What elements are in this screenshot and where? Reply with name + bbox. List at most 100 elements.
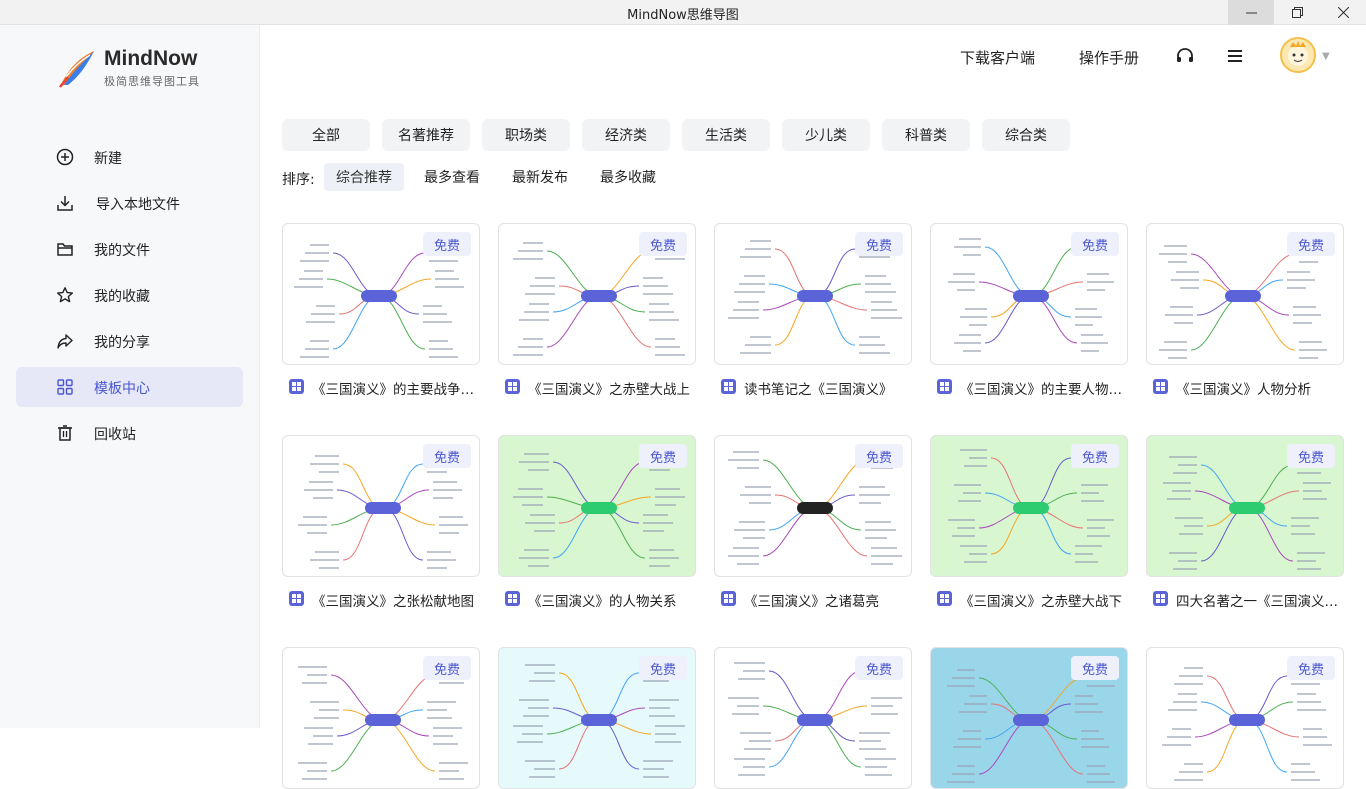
free-badge: 免费 — [1287, 232, 1335, 256]
download-client-link[interactable]: 下载客户端 — [960, 47, 1035, 68]
template-title-row[interactable]: 《三国演义》之张松献地图 — [282, 589, 480, 610]
template-thumbnail[interactable]: 免费 — [930, 435, 1128, 577]
template-thumbnail[interactable]: 免费 — [714, 223, 912, 365]
logo-subtitle: 极简思维导图工具 — [104, 75, 200, 88]
category-tab[interactable]: 少儿类 — [782, 119, 870, 151]
template-title-row[interactable]: 读书笔记之《三国演义》 — [714, 377, 912, 398]
category-tab[interactable]: 科普类 — [882, 119, 970, 151]
category-tab[interactable]: 经济类 — [582, 119, 670, 151]
free-badge: 免费 — [1071, 444, 1119, 468]
avatar[interactable] — [1280, 37, 1316, 73]
category-tab[interactable]: 全部 — [282, 119, 370, 151]
app-logo[interactable]: MindNow 极简思维导图工具 — [56, 47, 236, 91]
logo-name: MindNow — [104, 47, 198, 70]
template-thumbnail[interactable]: 免费 — [498, 647, 696, 789]
category-tab[interactable]: 职场类 — [482, 119, 570, 151]
sidebar-item-trash[interactable]: 回收站 — [16, 413, 243, 453]
sidebar-item-label: 我的文件 — [94, 243, 150, 259]
template-title-row[interactable]: 《三国演义》的主要战争… — [282, 377, 480, 398]
mindmap-file-icon — [1153, 379, 1168, 394]
template-title-row[interactable]: 《三国演义》人物分析 — [1146, 377, 1344, 398]
sidebar-item-my-files[interactable]: 我的文件 — [16, 229, 243, 269]
mindmap-file-icon — [1153, 591, 1168, 606]
restore-icon — [1291, 7, 1303, 18]
minimize-icon — [1245, 12, 1257, 14]
template-title-row[interactable]: 《三国演义》之赤壁大战下 — [930, 589, 1128, 610]
close-button[interactable] — [1320, 0, 1366, 25]
download-icon — [57, 196, 73, 211]
sort-option-most-viewed[interactable]: 最多查看 — [412, 163, 492, 191]
sort-label: 排序: — [282, 172, 315, 188]
template-title: 《三国演义》人物分析 — [1176, 382, 1311, 398]
sidebar-item-label: 导入本地文件 — [96, 197, 180, 213]
menu-icon[interactable] — [1225, 46, 1245, 66]
category-tab[interactable]: 名著推荐 — [382, 119, 470, 151]
sidebar-item-favorites[interactable]: 我的收藏 — [16, 275, 243, 315]
sidebar-item-new[interactable]: 新建 — [16, 137, 243, 177]
template-title: 《三国演义》的主要人物… — [960, 382, 1122, 398]
sidebar-item-template-center[interactable]: 模板中心 — [16, 367, 243, 407]
template-thumbnail[interactable]: 免费 — [1146, 435, 1344, 577]
sort-option-recommended[interactable]: 综合推荐 — [324, 163, 404, 191]
headset-icon[interactable] — [1175, 46, 1195, 66]
template-thumbnail[interactable]: 免费 — [1146, 223, 1344, 365]
template-title: 四大名著之一《三国演义… — [1176, 594, 1338, 610]
plus-circle-icon — [56, 148, 74, 166]
template-title: 《三国演义》的主要战争… — [312, 382, 474, 398]
template-thumbnail[interactable]: 免费 — [498, 435, 696, 577]
template-thumbnail[interactable]: 免费 — [1146, 647, 1344, 789]
star-icon — [57, 287, 73, 303]
template-thumbnail[interactable]: 免费 — [930, 647, 1128, 789]
template-title: 《三国演义》之张松献地图 — [312, 594, 474, 610]
category-tab[interactable]: 综合类 — [982, 119, 1070, 151]
mindmap-file-icon — [937, 379, 952, 394]
template-thumbnail[interactable]: 免费 — [930, 223, 1128, 365]
template-thumbnail[interactable]: 免费 — [498, 223, 696, 365]
manual-link[interactable]: 操作手册 — [1079, 47, 1139, 68]
free-badge: 免费 — [639, 232, 687, 256]
template-thumbnail[interactable]: 免费 — [282, 223, 480, 365]
mindmap-file-icon — [505, 591, 520, 606]
window-title: MindNow思维导图 — [627, 8, 739, 23]
sidebar-item-label: 新建 — [94, 151, 122, 167]
mindmap-file-icon — [289, 591, 304, 606]
sidebar-item-shares[interactable]: 我的分享 — [16, 321, 243, 361]
chevron-down-icon[interactable]: ▼ — [1322, 51, 1330, 62]
restore-button[interactable] — [1274, 0, 1320, 25]
mindmap-file-icon — [289, 379, 304, 394]
template-title: 《三国演义》之诸葛亮 — [744, 594, 879, 610]
template-title-row[interactable]: 四大名著之一《三国演义… — [1146, 589, 1344, 610]
sidebar-item-label: 我的分享 — [94, 335, 150, 351]
template-title: 《三国演义》的人物关系 — [528, 594, 677, 610]
title-bar: MindNow思维导图 — [0, 0, 1366, 25]
grid-icon — [57, 379, 73, 395]
template-thumbnail[interactable]: 免费 — [282, 647, 480, 789]
close-icon — [1337, 7, 1349, 18]
template-title: 《三国演义》之赤壁大战下 — [960, 594, 1122, 610]
free-badge: 免费 — [855, 232, 903, 256]
free-badge: 免费 — [855, 444, 903, 468]
trash-icon — [58, 425, 72, 441]
top-bar: 下载客户端 操作手册 ▼ — [260, 25, 1366, 89]
free-badge: 免费 — [1287, 444, 1335, 468]
sort-option-most-favorited[interactable]: 最多收藏 — [588, 163, 668, 191]
template-title-row[interactable]: 《三国演义》之赤壁大战上 — [498, 377, 696, 398]
sidebar: MindNow 极简思维导图工具 新建 导入本地文件 我的文件 我的收藏 我的分… — [0, 25, 260, 728]
free-badge: 免费 — [1287, 656, 1335, 680]
free-badge: 免费 — [423, 232, 471, 256]
template-thumbnail[interactable]: 免费 — [714, 647, 912, 789]
sort-option-newest[interactable]: 最新发布 — [500, 163, 580, 191]
category-tab[interactable]: 生活类 — [682, 119, 770, 151]
free-badge: 免费 — [1071, 656, 1119, 680]
template-thumbnail[interactable]: 免费 — [714, 435, 912, 577]
minimize-button[interactable] — [1228, 0, 1274, 25]
template-title-row[interactable]: 《三国演义》的人物关系 — [498, 589, 696, 610]
share-icon — [57, 334, 73, 349]
template-title-row[interactable]: 《三国演义》之诸葛亮 — [714, 589, 912, 610]
sidebar-item-label: 回收站 — [94, 427, 136, 443]
sidebar-item-import[interactable]: 导入本地文件 — [16, 183, 243, 223]
template-thumbnail[interactable]: 免费 — [282, 435, 480, 577]
template-title-row[interactable]: 《三国演义》的主要人物… — [930, 377, 1128, 398]
template-title: 读书笔记之《三国演义》 — [744, 382, 893, 398]
template-title: 《三国演义》之赤壁大战上 — [528, 382, 690, 398]
